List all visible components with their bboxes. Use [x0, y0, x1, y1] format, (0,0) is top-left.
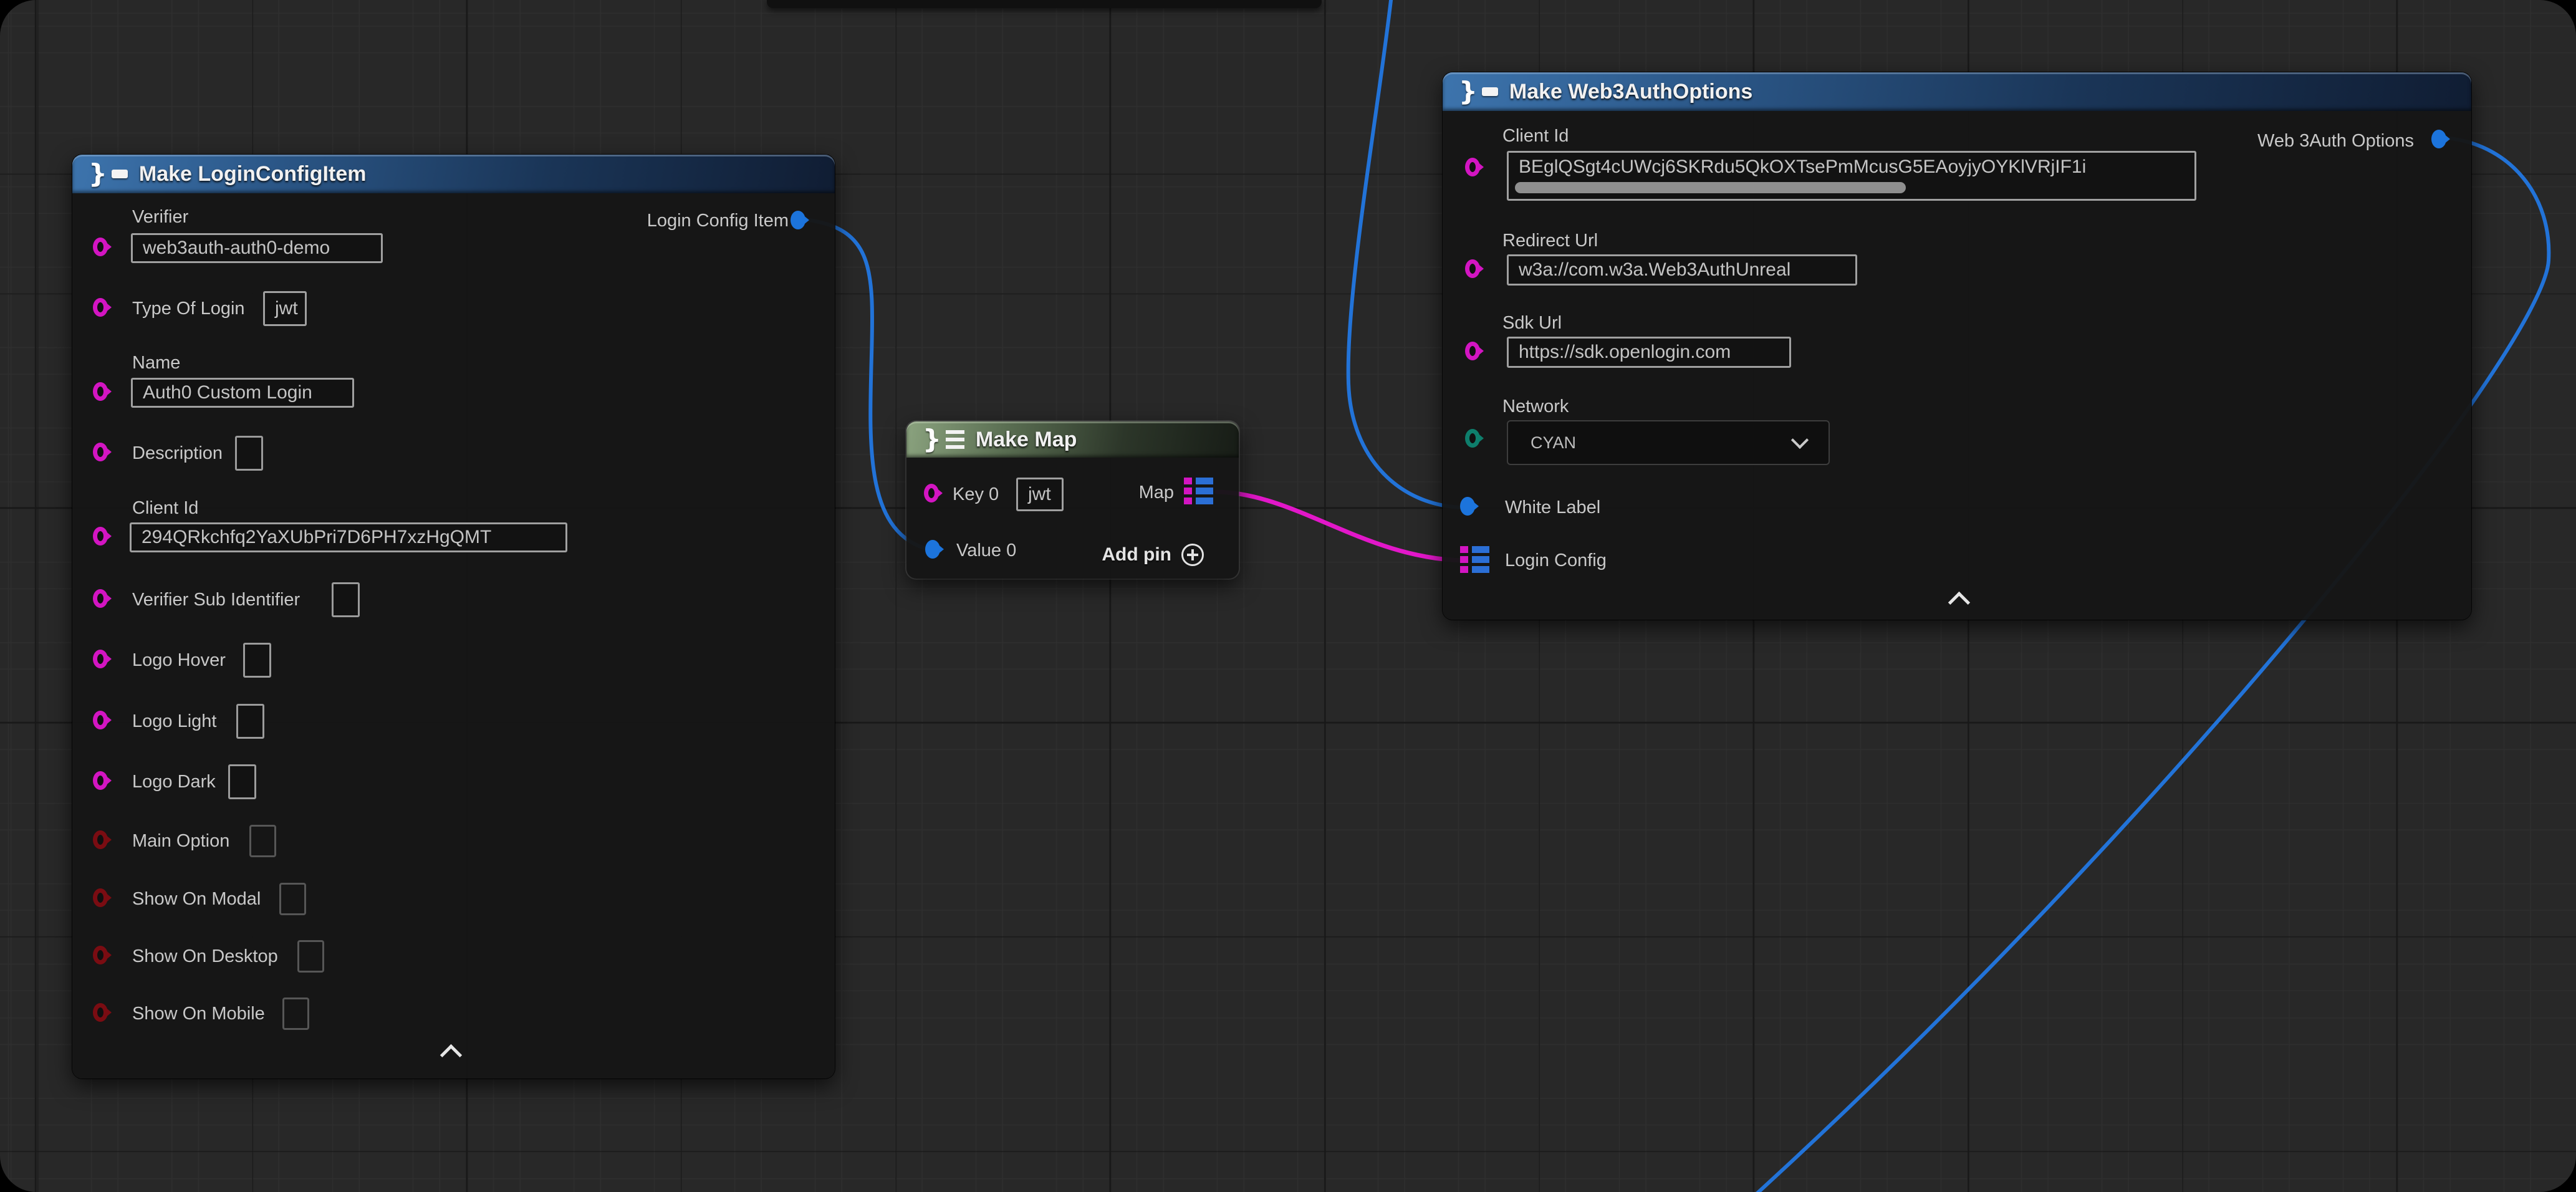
- add-pin-button[interactable]: Add pin: [1102, 544, 1204, 566]
- pin-label-client-id: Client Id: [1502, 126, 1569, 147]
- wire-makemap-to-loginconfig[interactable]: [1217, 492, 1465, 560]
- node-make-loginconfigitem[interactable]: } Make LoginConfigItem Login Config Item…: [72, 155, 835, 1079]
- pin-name[interactable]: [93, 382, 108, 401]
- pin-key-0[interactable]: [924, 484, 939, 502]
- node-make-map[interactable]: } Make Map Key 0 jwt Map Value 0 Add pin: [906, 421, 1239, 579]
- input-verifier[interactable]: web3auth-auth0-demo: [131, 233, 383, 263]
- add-pin-label: Add pin: [1102, 544, 1171, 565]
- input-horizontal-scrollbar[interactable]: [1515, 182, 1906, 193]
- input-client-id[interactable]: 294QRkchfq2YaXUbPri7D6PH7xzHgQMT: [130, 522, 567, 552]
- network-dropdown[interactable]: CYAN: [1507, 420, 1830, 465]
- pin-label-white-label: White Label: [1505, 497, 1600, 518]
- input-name[interactable]: Auth0 Custom Login: [131, 378, 354, 408]
- add-pin-plus-icon: [1181, 544, 1204, 566]
- node-make-web3authoptions[interactable]: } Make Web3AuthOptions Web 3Auth Options…: [1443, 72, 2471, 620]
- pin-value-0[interactable]: [925, 540, 940, 559]
- input-type-of-login[interactable]: jwt: [263, 291, 307, 326]
- pin-label-network: Network: [1502, 397, 1569, 417]
- input-description[interactable]: [235, 436, 263, 471]
- pin-label-redirect-url: Redirect Url: [1502, 231, 1598, 251]
- pin-logo-light[interactable]: [93, 711, 108, 729]
- output-pin-label: Map: [1139, 483, 1174, 503]
- pin-login-config[interactable]: [1460, 546, 1489, 573]
- input-redirect-url[interactable]: w3a://com.w3a.Web3AuthUnreal: [1507, 254, 1857, 286]
- output-pin-label: Web 3Auth Options: [2257, 131, 2414, 151]
- network-dropdown-value: CYAN: [1531, 433, 1576, 453]
- client-id-text: BEglQSgt4cUWcj6SKRdu5QkOXTsePmMcusG5EAoy…: [1519, 156, 2086, 178]
- offscreen-node-bottom-edge: [767, 0, 1322, 8]
- input-logo-light[interactable]: [236, 704, 264, 739]
- pin-show-on-mobile[interactable]: [93, 1003, 108, 1022]
- pin-label-key-0: Key 0: [953, 484, 999, 505]
- checkbox-show-on-mobile[interactable]: [282, 997, 309, 1030]
- pin-label-name: Name: [132, 353, 180, 373]
- pin-label-verifier: Verifier: [132, 207, 188, 228]
- input-client-id[interactable]: BEglQSgt4cUWcj6SKRdu5QkOXTsePmMcusG5EAoy…: [1507, 151, 2196, 201]
- output-pin-label: Login Config Item: [647, 211, 789, 231]
- input-verifier-sub-identifier[interactable]: [332, 582, 360, 617]
- pin-network[interactable]: [1465, 429, 1480, 448]
- pin-redirect-url[interactable]: [1465, 259, 1480, 278]
- checkbox-show-on-desktop[interactable]: [297, 940, 324, 973]
- pin-label-logo-light: Logo Light: [132, 711, 216, 732]
- pin-main-option[interactable]: [93, 830, 108, 849]
- pin-sdk-url[interactable]: [1465, 342, 1480, 360]
- checkbox-main-option[interactable]: [249, 825, 276, 857]
- pin-label-show-on-modal: Show On Modal: [132, 889, 261, 910]
- pin-verifier-sub-identifier[interactable]: [93, 589, 108, 608]
- pin-label-logo-dark: Logo Dark: [132, 772, 216, 792]
- pin-white-label[interactable]: [1460, 497, 1475, 516]
- input-sdk-url[interactable]: https://sdk.openlogin.com: [1507, 337, 1791, 368]
- pin-label-type-of-login: Type Of Login: [132, 299, 245, 319]
- pin-label-client-id: Client Id: [132, 498, 198, 519]
- make-struct-icon: }: [89, 162, 128, 186]
- pin-verifier[interactable]: [93, 238, 108, 256]
- pin-label-verifier-sub-identifier: Verifier Sub Identifier: [132, 590, 300, 610]
- pin-label-login-config: Login Config: [1505, 550, 1607, 571]
- node-title: Make Map: [976, 428, 1077, 452]
- screenshot-frame: } Make LoginConfigItem Login Config Item…: [0, 0, 2576, 1192]
- node-header-make-web3authoptions[interactable]: } Make Web3AuthOptions: [1443, 72, 2471, 111]
- pin-label-sdk-url: Sdk Url: [1502, 313, 1562, 334]
- pin-type-of-login[interactable]: [93, 298, 108, 317]
- make-map-icon: }: [923, 428, 964, 451]
- collapse-chevron-icon[interactable]: [1948, 592, 1970, 613]
- collapse-chevron-icon[interactable]: [440, 1044, 462, 1066]
- make-struct-icon: }: [1459, 80, 1498, 103]
- input-logo-hover[interactable]: [243, 643, 271, 678]
- pin-description[interactable]: [93, 443, 108, 461]
- node-title: Make LoginConfigItem: [139, 162, 367, 186]
- pin-show-on-modal[interactable]: [93, 888, 108, 907]
- chevron-down-icon: [1791, 431, 1809, 449]
- pin-label-show-on-mobile: Show On Mobile: [132, 1004, 265, 1024]
- pin-label-description: Description: [132, 443, 223, 464]
- pin-show-on-desktop[interactable]: [93, 946, 108, 964]
- blueprint-graph-canvas[interactable]: } Make LoginConfigItem Login Config Item…: [0, 0, 2576, 1192]
- pin-label-logo-hover: Logo Hover: [132, 650, 226, 671]
- pin-logo-hover[interactable]: [93, 650, 108, 668]
- output-pin-web3auth-options[interactable]: [2431, 130, 2446, 148]
- output-pin-map[interactable]: [1184, 478, 1213, 504]
- pin-client-id[interactable]: [93, 527, 108, 546]
- node-header-make-map[interactable]: } Make Map: [906, 421, 1239, 458]
- output-pin-login-config-item[interactable]: [791, 211, 805, 229]
- pin-label-value-0: Value 0: [956, 541, 1016, 561]
- node-header-make-loginconfigitem[interactable]: } Make LoginConfigItem: [72, 155, 835, 193]
- checkbox-show-on-modal[interactable]: [279, 883, 306, 915]
- input-logo-dark[interactable]: [228, 764, 256, 799]
- pin-label-main-option: Main Option: [132, 831, 229, 852]
- node-title: Make Web3AuthOptions: [1509, 80, 1752, 104]
- pin-client-id[interactable]: [1465, 158, 1480, 176]
- pin-logo-dark[interactable]: [93, 771, 108, 790]
- input-key-0[interactable]: jwt: [1016, 478, 1064, 511]
- pin-label-show-on-desktop: Show On Desktop: [132, 946, 278, 967]
